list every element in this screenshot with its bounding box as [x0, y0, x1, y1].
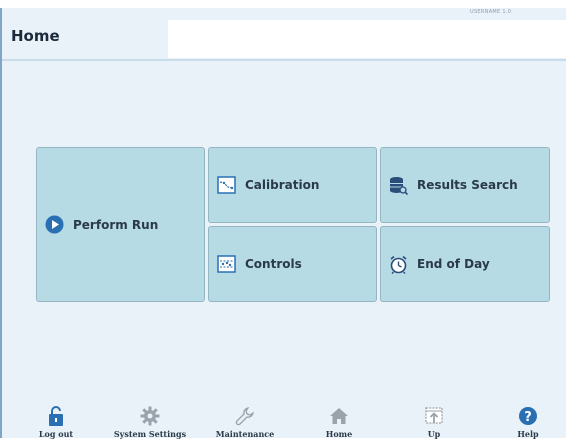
perform-run-button[interactable]: Perform Run: [36, 147, 205, 302]
end-of-day-button[interactable]: End of Day: [380, 226, 550, 302]
controls-icon: [217, 255, 236, 273]
svg-text:?: ?: [524, 410, 532, 425]
database-search-icon: [389, 176, 408, 195]
user-tag: USERNAME 1.0: [470, 9, 512, 15]
calibration-button[interactable]: Calibration: [208, 147, 377, 223]
help-icon: ?: [488, 405, 566, 427]
calibration-icon: [217, 176, 236, 194]
help-button[interactable]: ? Help: [488, 405, 566, 439]
play-icon: [45, 215, 64, 234]
alarm-clock-icon: [389, 255, 408, 274]
calibration-label: Calibration: [245, 178, 320, 192]
home-button[interactable]: Home: [299, 405, 379, 439]
logout-button[interactable]: Log out: [16, 405, 96, 439]
gear-icon: [110, 405, 190, 427]
system-settings-button[interactable]: System Settings: [110, 405, 190, 439]
maintenance-button[interactable]: Maintenance: [205, 405, 285, 439]
end-of-day-label: End of Day: [417, 257, 490, 271]
home-icon: [299, 405, 379, 427]
controls-label: Controls: [245, 257, 302, 271]
page-title: Home: [11, 27, 60, 45]
title-bar: [168, 20, 566, 58]
results-search-button[interactable]: Results Search: [380, 147, 550, 223]
results-search-label: Results Search: [417, 178, 518, 192]
title-area: Home: [2, 8, 168, 60]
title-divider: [2, 59, 566, 61]
up-button[interactable]: Up: [394, 405, 474, 439]
padlock-icon: [16, 405, 96, 427]
wrench-icon: [205, 405, 285, 427]
controls-button[interactable]: Controls: [208, 226, 377, 302]
up-arrow-icon: [394, 405, 474, 427]
perform-run-label: Perform Run: [73, 217, 159, 232]
